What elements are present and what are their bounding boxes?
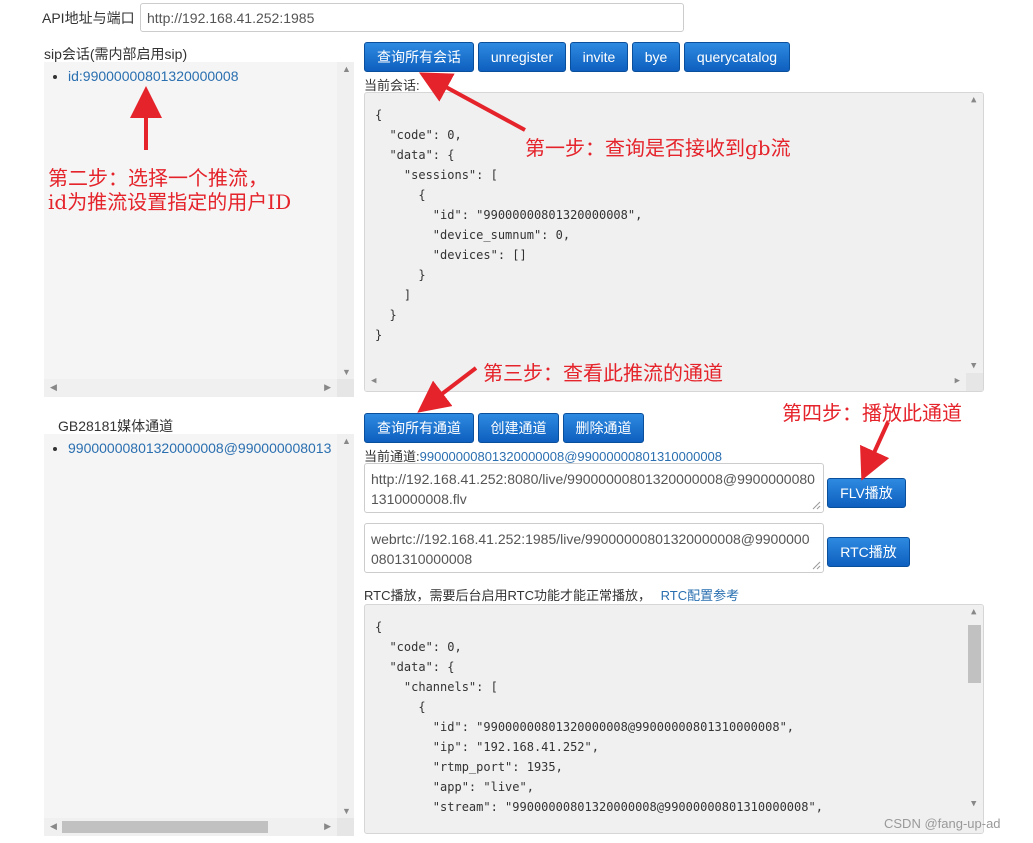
- arrow-step3: [417, 366, 478, 413]
- annotation-step2-line2: id为推流设置指定的用户ID: [48, 190, 292, 214]
- annotation-step1: 第一步：查询是否接收到gb流: [525, 136, 791, 160]
- arrow-step4: [860, 421, 890, 481]
- annotation-step3: 第三步：查看此推流的通道: [483, 361, 723, 385]
- watermark: CSDN @fang-up-ad: [884, 816, 1001, 831]
- annotation-step4: 第四步：播放此通道: [782, 401, 962, 425]
- arrow-step1: [418, 72, 526, 132]
